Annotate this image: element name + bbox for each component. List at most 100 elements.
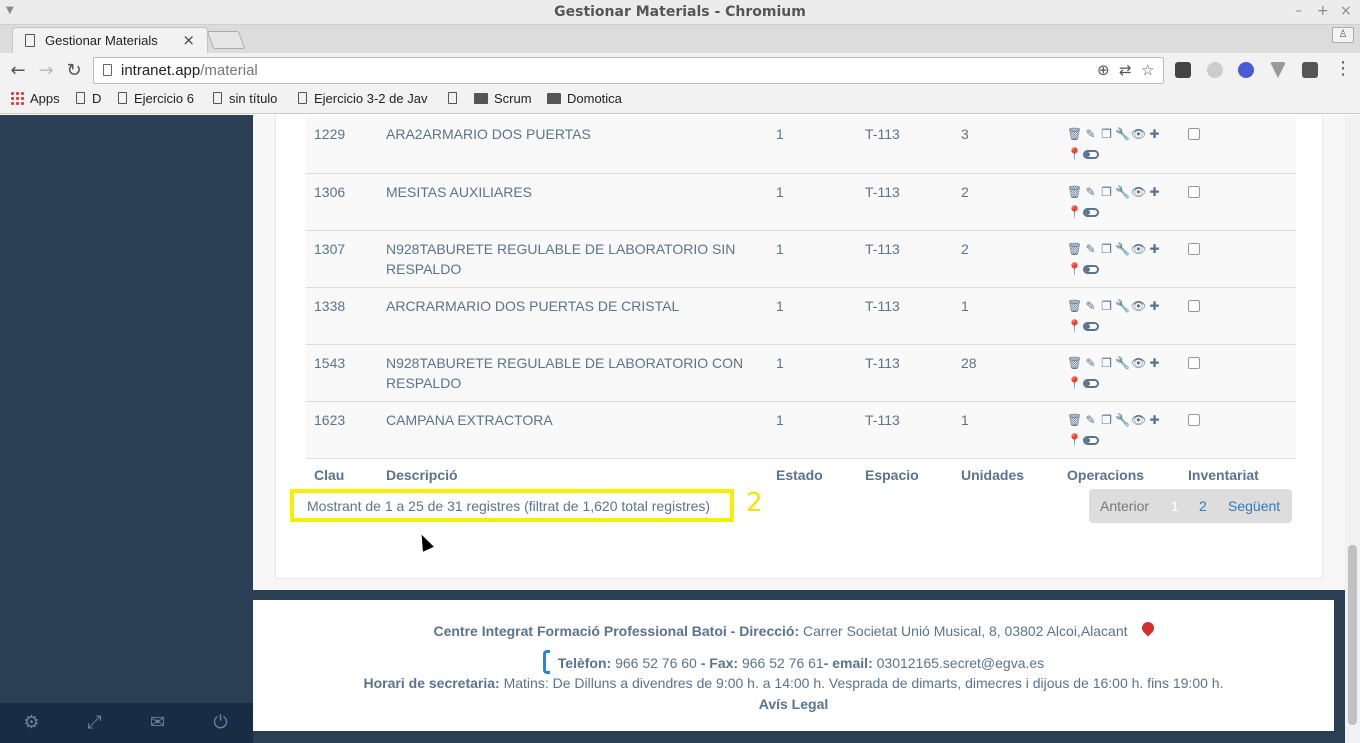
trash-icon[interactable]: 🗑 <box>1067 353 1083 373</box>
page-scrollbar[interactable] <box>1345 115 1360 743</box>
close-window-icon[interactable]: × <box>1340 3 1352 19</box>
trash-icon[interactable]: 🗑 <box>1067 124 1083 144</box>
inventariat-checkbox[interactable] <box>1188 242 1200 255</box>
profile-icon[interactable]: ♙ <box>1332 27 1354 43</box>
bookmark-folder[interactable]: Scrum <box>474 91 532 106</box>
pencil-icon[interactable]: ✎ <box>1083 410 1099 430</box>
toggle-icon[interactable] <box>1083 321 1099 331</box>
power-icon[interactable]: ⏻ <box>189 712 252 733</box>
eye-icon[interactable]: 👁 <box>1131 124 1147 144</box>
eye-icon[interactable]: 👁 <box>1131 296 1147 316</box>
wrench-icon[interactable]: 🔧 <box>1115 296 1131 316</box>
minimize-icon[interactable]: – <box>1295 3 1302 19</box>
bookmark-item[interactable]: Ejercicio 3-2 de Jav <box>298 91 427 106</box>
col-estado[interactable]: Estado <box>768 457 857 491</box>
bookmark-item[interactable]: sin título <box>213 91 277 106</box>
map-marker-icon[interactable]: 📍 <box>1067 202 1083 222</box>
map-pin-icon[interactable] <box>1139 619 1157 637</box>
plus-icon[interactable]: ✚ <box>1147 182 1163 202</box>
bookmark-apps[interactable]: Apps <box>10 91 60 106</box>
settings-gear-icon[interactable]: ⚙ <box>0 712 63 733</box>
wrench-icon[interactable]: 🔧 <box>1115 353 1131 373</box>
col-operacions[interactable]: Operacions <box>1059 457 1180 491</box>
eye-icon[interactable]: 👁 <box>1131 239 1147 259</box>
close-tab-icon[interactable]: × <box>182 31 195 49</box>
pencil-icon[interactable]: ✎ <box>1083 182 1099 202</box>
page-info-icon[interactable] <box>103 64 112 76</box>
wrench-icon[interactable]: 🔧 <box>1115 182 1131 202</box>
bookmark-item[interactable] <box>448 91 464 106</box>
map-marker-icon[interactable]: 📍 <box>1067 316 1083 336</box>
trash-icon[interactable]: 🗑 <box>1067 239 1083 259</box>
menu-icon[interactable]: ⋮ <box>1332 58 1354 79</box>
extension-icon[interactable] <box>1207 62 1223 78</box>
plus-icon[interactable]: ✚ <box>1147 353 1163 373</box>
inventariat-checkbox[interactable] <box>1188 299 1200 312</box>
copy-icon[interactable]: ❐ <box>1099 182 1115 202</box>
maximize-icon[interactable]: + <box>1317 3 1329 19</box>
trash-icon[interactable]: 🗑 <box>1067 182 1083 202</box>
extension-icon[interactable] <box>1270 62 1286 78</box>
envelope-icon[interactable]: ✉ <box>126 712 189 733</box>
extension-icon[interactable] <box>1238 62 1254 78</box>
toggle-icon[interactable] <box>1083 264 1099 274</box>
wrench-icon[interactable]: 🔧 <box>1115 124 1131 144</box>
address-bar[interactable]: intranet.app/material ⊕ ⇄ ☆ <box>93 57 1164 84</box>
pencil-icon[interactable]: ✎ <box>1083 239 1099 259</box>
copy-icon[interactable]: ❐ <box>1099 353 1115 373</box>
translate-icon[interactable]: ⇄ <box>1119 61 1132 79</box>
wrench-icon[interactable]: 🔧 <box>1115 410 1131 430</box>
zoom-icon[interactable]: ⊕ <box>1097 61 1110 79</box>
eye-icon[interactable]: 👁 <box>1131 182 1147 202</box>
copy-icon[interactable]: ❐ <box>1099 239 1115 259</box>
copy-icon[interactable]: ❐ <box>1099 410 1115 430</box>
col-espacio[interactable]: Espacio <box>857 457 953 491</box>
pencil-icon[interactable]: ✎ <box>1083 124 1099 144</box>
legal-link[interactable]: Avís Legal <box>759 696 829 712</box>
copy-icon[interactable]: ❐ <box>1099 124 1115 144</box>
inventariat-checkbox[interactable] <box>1188 128 1200 140</box>
wrench-icon[interactable]: 🔧 <box>1115 239 1131 259</box>
pencil-icon[interactable]: ✎ <box>1083 296 1099 316</box>
bookmark-folder[interactable]: Domotica <box>547 91 622 106</box>
map-marker-icon[interactable]: 📍 <box>1067 430 1083 450</box>
trash-icon[interactable]: 🗑 <box>1067 410 1083 430</box>
col-unidades[interactable]: Unidades <box>953 457 1059 491</box>
pagination-next[interactable]: Següent <box>1228 498 1280 514</box>
plus-icon[interactable]: ✚ <box>1147 296 1163 316</box>
plus-icon[interactable]: ✚ <box>1147 124 1163 144</box>
map-marker-icon[interactable]: 📍 <box>1067 144 1083 164</box>
map-marker-icon[interactable]: 📍 <box>1067 373 1083 393</box>
pagination-page-1[interactable]: 1 <box>1171 498 1179 514</box>
eye-icon[interactable]: 👁 <box>1131 353 1147 373</box>
scrollbar-thumb[interactable] <box>1348 545 1357 725</box>
extension-icon[interactable] <box>1175 62 1191 78</box>
toggle-icon[interactable] <box>1083 435 1099 445</box>
back-icon[interactable]: ← <box>7 60 29 81</box>
extension-icon[interactable] <box>1302 62 1318 78</box>
bookmark-item[interactable]: Ejercicio 6 <box>118 91 194 106</box>
trash-icon[interactable]: 🗑 <box>1067 296 1083 316</box>
map-marker-icon[interactable]: 📍 <box>1067 259 1083 279</box>
toggle-icon[interactable] <box>1083 378 1099 388</box>
toggle-icon[interactable] <box>1083 150 1099 160</box>
reload-icon[interactable]: ↻ <box>63 60 85 81</box>
eye-icon[interactable]: 👁 <box>1131 410 1147 430</box>
forward-icon[interactable]: → <box>35 60 57 81</box>
inventariat-checkbox[interactable] <box>1188 413 1200 426</box>
copy-icon[interactable]: ❐ <box>1099 296 1115 316</box>
inventariat-checkbox[interactable] <box>1188 185 1200 198</box>
pencil-icon[interactable]: ✎ <box>1083 353 1099 373</box>
col-clau[interactable]: Clau <box>306 457 378 491</box>
pagination-prev[interactable]: Anterior <box>1100 498 1149 514</box>
fullscreen-icon[interactable]: ⤢ <box>63 712 126 733</box>
toggle-icon[interactable] <box>1083 207 1099 217</box>
bookmark-star-icon[interactable]: ☆ <box>1141 61 1154 79</box>
pagination-page-2[interactable]: 2 <box>1199 498 1207 514</box>
inventariat-checkbox[interactable] <box>1188 356 1200 369</box>
new-tab-button[interactable] <box>206 31 246 49</box>
col-inventariat[interactable]: Inventariat <box>1180 457 1296 491</box>
plus-icon[interactable]: ✚ <box>1147 239 1163 259</box>
browser-tab[interactable]: Gestionar Materials × <box>12 27 208 53</box>
col-descripcio[interactable]: Descripció <box>378 457 768 491</box>
